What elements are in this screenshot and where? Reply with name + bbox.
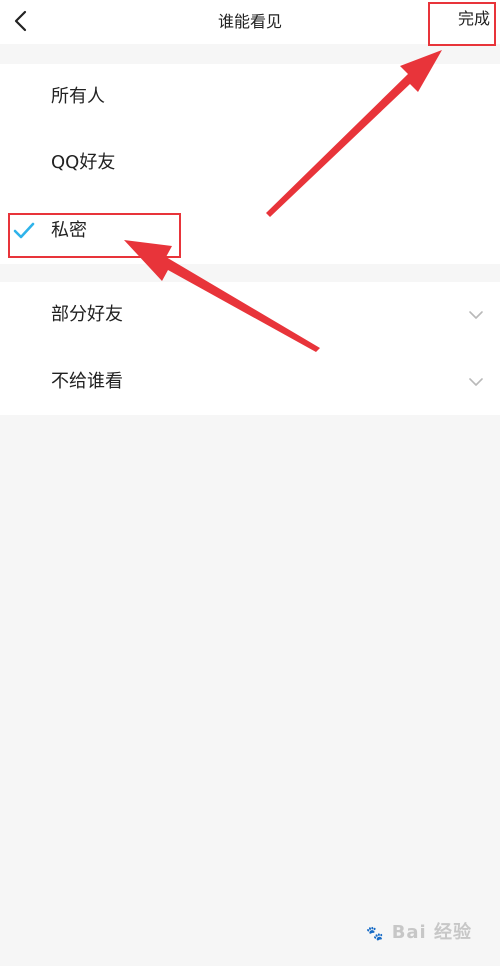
annotation-arrow-to-done [266, 50, 442, 217]
annotation-arrows [124, 50, 442, 352]
watermark-text: Bai 经验 [391, 922, 472, 943]
annotation-arrow-to-private [124, 240, 320, 352]
watermark: 🐾 Bai 经验 [366, 918, 472, 944]
baidu-paw-icon: 🐾 [365, 926, 385, 942]
